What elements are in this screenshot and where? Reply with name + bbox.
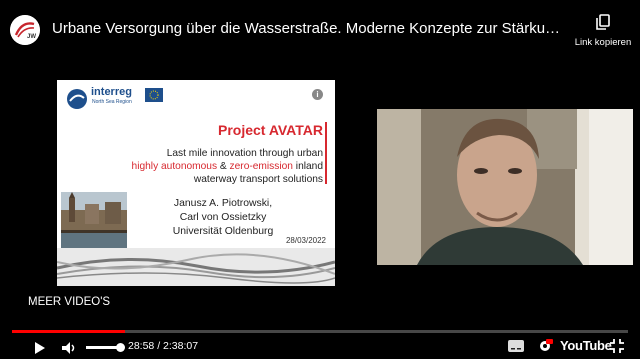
- highlight-autonomous: highly autonomous: [131, 161, 218, 172]
- subtitles-button[interactable]: [508, 340, 524, 352]
- author-affiliation-1: Carl von Ossietzky: [179, 212, 267, 223]
- info-icon: i: [312, 89, 323, 100]
- webcam-feed: [377, 109, 633, 265]
- volume-knob[interactable]: [116, 343, 125, 352]
- exit-fullscreen-button[interactable]: [610, 339, 624, 358]
- settings-button[interactable]: [537, 339, 553, 358]
- youtube-logo[interactable]: YouTube: [560, 338, 612, 353]
- progress-fill: [12, 330, 125, 333]
- volume-slider[interactable]: [86, 346, 120, 349]
- slide-subtitle-line-3: waterway transport solutions: [193, 174, 323, 185]
- volume-button[interactable]: [62, 341, 78, 359]
- more-videos-label[interactable]: MEER VIDEO'S: [28, 296, 110, 308]
- channel-logo-icon: JW: [10, 15, 40, 45]
- play-button[interactable]: [34, 341, 46, 359]
- copy-link-label: Link kopieren: [574, 37, 632, 48]
- time-display: 28:58 / 2:38:07: [128, 340, 199, 352]
- subtitles-icon: [511, 348, 521, 350]
- progress-bar[interactable]: [12, 330, 628, 333]
- interreg-logo: interreg North Sea Region: [65, 86, 165, 112]
- volume-icon: [62, 342, 75, 354]
- amp-text: &: [217, 161, 230, 172]
- copy-link-button[interactable]: Link kopieren: [570, 14, 636, 54]
- logo-text: interreg: [91, 86, 132, 98]
- inland-text: inland: [292, 161, 323, 172]
- settings-hd-icon: [540, 339, 553, 351]
- exit-fullscreen-icon: [610, 339, 624, 353]
- logo-subtext: North Sea Region: [92, 99, 132, 105]
- svg-text:JW: JW: [27, 34, 36, 40]
- speaker-video-image: [377, 109, 633, 265]
- slide-subtitle-line-1: Last mile innovation through urban: [166, 148, 323, 159]
- author-affiliation-2: Universität Oldenburg: [172, 226, 274, 237]
- play-icon: [35, 342, 45, 354]
- slide-subtitle-line-2: highly autonomous & zero-emission inland: [132, 161, 323, 172]
- channel-avatar[interactable]: JW: [10, 15, 40, 45]
- slide-title: Project AVATAR: [217, 122, 323, 138]
- copy-icon: [596, 14, 610, 30]
- video-title[interactable]: Urbane Versorgung über die Wasserstraße.…: [52, 20, 564, 37]
- city-photo: [61, 192, 127, 248]
- author-name: Janusz A. Piotrowski,: [173, 198, 273, 209]
- slide-date: 28/03/2022: [285, 236, 326, 245]
- slide-accent-bar: [325, 122, 327, 184]
- presentation-slide: interreg North Sea Region i Project AVAT…: [57, 80, 335, 286]
- highlight-zero-emission: zero-emission: [229, 161, 293, 172]
- decorative-wave: [57, 248, 335, 286]
